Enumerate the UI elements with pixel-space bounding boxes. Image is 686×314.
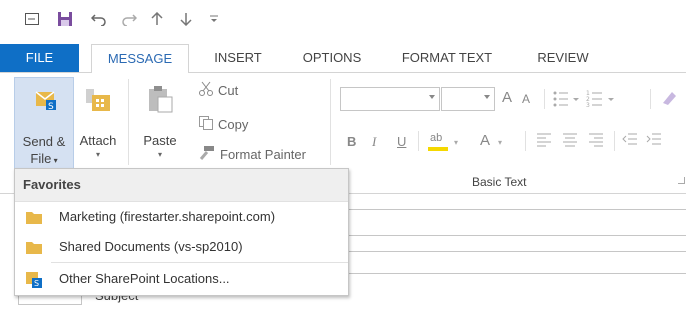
quick-access-toolbar <box>0 0 686 44</box>
font-color-label: A <box>480 132 491 149</box>
menu-header: Favorites <box>15 169 348 202</box>
underline-button[interactable]: U <box>397 134 406 149</box>
menu-item-other-sharepoint[interactable]: S Other SharePoint Locations... <box>15 265 348 293</box>
bullets-button[interactable] <box>552 89 582 109</box>
customize-qat-icon[interactable] <box>206 8 222 30</box>
format-painter-button[interactable]: Format Painter <box>198 143 306 165</box>
italic-button[interactable]: I <box>372 134 376 150</box>
font-color-button[interactable]: A ▾ <box>476 129 510 153</box>
cut-button[interactable]: Cut <box>198 79 238 101</box>
menu-item-label: Other SharePoint Locations... <box>59 271 230 286</box>
chevron-down-icon: ▾ <box>51 156 58 165</box>
menu-item-label: Shared Documents (vs-sp2010) <box>59 239 243 254</box>
font-name-combo[interactable] <box>340 87 440 111</box>
paste-icon <box>146 85 174 113</box>
send-and-file-label-2: File <box>30 151 52 166</box>
tab-format-text[interactable]: FORMAT TEXT <box>388 44 506 72</box>
chevron-down-icon: ▾ <box>498 138 503 147</box>
paste-label: Paste <box>143 133 177 148</box>
highlight-swatch <box>428 147 448 151</box>
cut-label: Cut <box>218 82 239 98</box>
save-icon[interactable] <box>54 8 76 30</box>
copy-button[interactable]: Copy <box>198 113 248 135</box>
menu-header-label: Favorites <box>23 177 81 192</box>
chevron-down-icon: ▾ <box>95 150 100 159</box>
divider <box>614 131 615 151</box>
form-line <box>346 273 686 274</box>
copy-icon <box>198 115 218 134</box>
sharepoint-icon: S <box>25 271 43 288</box>
numbering-button[interactable]: 123 <box>586 89 620 109</box>
format-painter-icon <box>198 145 220 164</box>
redo-icon[interactable] <box>118 8 140 30</box>
svg-text:S: S <box>34 279 39 288</box>
ribbon-tab-bar: FILE MESSAGE INSERT OPTIONS FORMAT TEXT … <box>0 44 686 74</box>
send-and-file-menu: Favorites Marketing (firestarter.sharepo… <box>14 168 349 296</box>
highlight-label: ab <box>430 132 443 144</box>
decrease-indent-icon[interactable] <box>622 131 642 151</box>
tab-options[interactable]: OPTIONS <box>286 44 378 72</box>
chevron-down-icon <box>429 95 435 99</box>
basic-text-group-label: Basic Text <box>472 175 527 189</box>
divider <box>650 89 651 109</box>
message-window-icon[interactable] <box>22 8 42 30</box>
font-size-combo[interactable] <box>441 87 495 111</box>
tab-review[interactable]: REVIEW <box>520 44 606 72</box>
arrow-down-icon[interactable] <box>176 8 196 30</box>
grow-font-button[interactable]: A <box>502 89 512 106</box>
dialog-launcher-icon[interactable] <box>678 177 685 184</box>
form-line <box>346 235 686 236</box>
increase-indent-icon[interactable] <box>646 131 666 151</box>
chevron-down-icon <box>484 95 490 99</box>
send-and-file-label-2-wrap: File ▾ <box>15 151 73 166</box>
menu-item-label: Marketing (firestarter.sharepoint.com) <box>59 209 276 224</box>
chevron-down-icon: ▾ <box>157 150 162 159</box>
send-and-file-label-1: Send & <box>22 134 66 149</box>
group-divider <box>128 79 129 165</box>
menu-item-shared-documents[interactable]: Shared Documents (vs-sp2010) <box>15 233 348 261</box>
copy-label: Copy <box>218 116 249 132</box>
menu-separator <box>51 262 348 263</box>
format-painter-label: Format Painter <box>220 146 306 162</box>
divider <box>418 131 419 151</box>
tab-insert[interactable]: INSERT <box>200 44 276 72</box>
clear-formatting-icon[interactable] <box>660 89 680 109</box>
form-line <box>346 209 686 210</box>
align-center-icon[interactable] <box>562 131 582 151</box>
arrow-up-icon[interactable] <box>147 8 167 30</box>
form-line <box>346 251 686 252</box>
folder-icon <box>25 209 43 225</box>
tab-message[interactable]: MESSAGE <box>91 44 189 74</box>
attach-button[interactable]: Attach ▾ <box>72 77 124 167</box>
folder-icon <box>25 239 43 255</box>
tab-file[interactable]: FILE <box>0 44 79 72</box>
align-right-icon[interactable] <box>588 131 608 151</box>
undo-icon[interactable] <box>88 8 110 30</box>
group-divider <box>330 79 331 165</box>
attach-icon <box>84 85 112 113</box>
send-and-file-button[interactable]: S Send & File ▾ <box>14 77 74 169</box>
paste-button[interactable]: Paste ▾ <box>136 77 184 167</box>
menu-item-marketing[interactable]: Marketing (firestarter.sharepoint.com) <box>15 203 348 231</box>
align-left-icon[interactable] <box>536 131 556 151</box>
highlight-color-button[interactable]: ab ▾ <box>428 129 468 153</box>
chevron-down-icon: ▾ <box>454 138 459 147</box>
scissors-icon <box>198 81 218 100</box>
svg-text:3: 3 <box>586 102 590 109</box>
bold-button[interactable]: B <box>347 134 356 149</box>
svg-text:S: S <box>48 102 54 112</box>
send-and-file-icon: S <box>32 86 58 112</box>
divider <box>525 131 526 151</box>
divider <box>544 89 545 109</box>
shrink-font-button[interactable]: A <box>522 92 530 106</box>
attach-label: Attach <box>79 133 117 148</box>
